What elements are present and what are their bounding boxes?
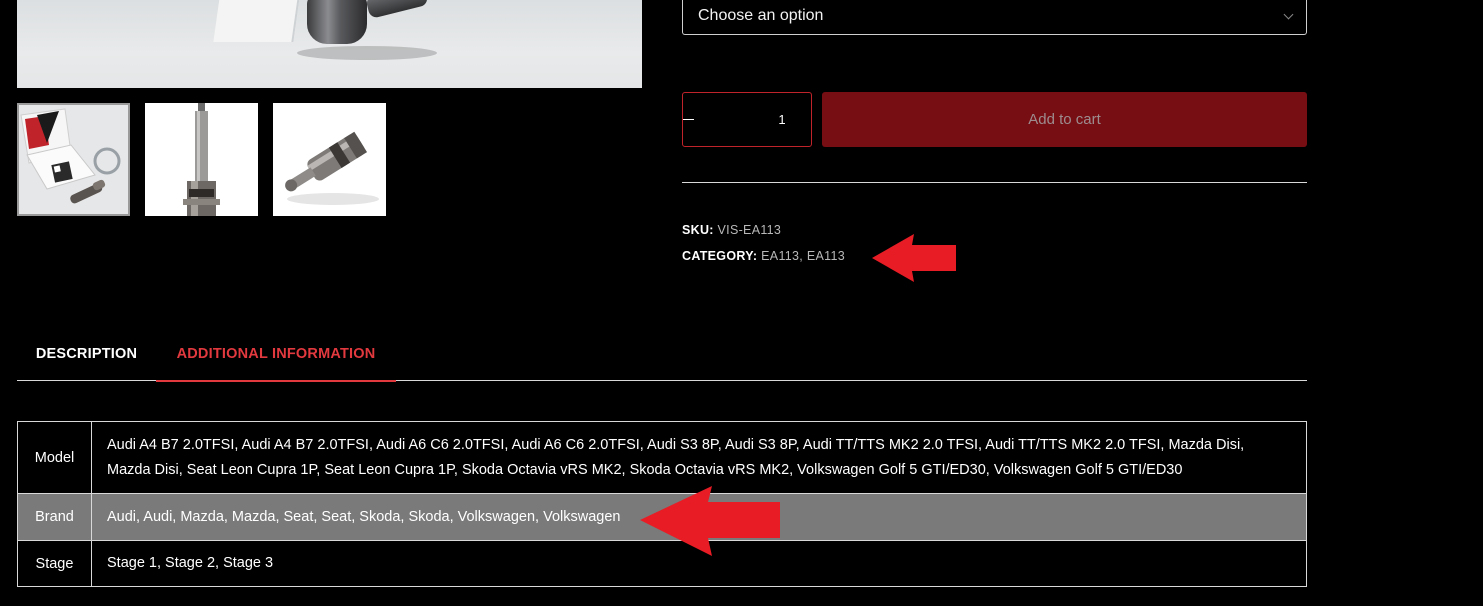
tab-additional-information[interactable]: ADDITIONAL INFORMATION — [156, 327, 396, 382]
sku-label: SKU: — [682, 223, 714, 237]
product-tabs: DESCRIPTION ADDITIONAL INFORMATION — [17, 327, 1307, 382]
category-link[interactable]: EA113 — [807, 249, 845, 263]
injector-tip-graphic — [365, 0, 429, 19]
sku-row: SKU: VIS-EA113 — [682, 223, 781, 237]
quantity-decrease-button[interactable] — [683, 93, 694, 146]
category-separator: , — [799, 249, 804, 263]
attribute-value: Audi A4 B7 2.0TFSI, Audi A4 B7 2.0TFSI, … — [91, 421, 1307, 494]
chevron-down-icon — [1283, 9, 1294, 20]
variation-select[interactable]: Choose an option — [682, 0, 1307, 35]
attribute-name: Stage — [17, 540, 92, 587]
thumbnail-image-box-kit — [19, 105, 128, 214]
product-thumbnail-3[interactable] — [273, 103, 386, 216]
add-to-cart-button[interactable]: Add to cart — [822, 92, 1307, 147]
quantity-stepper — [682, 92, 881, 147]
attribute-name: Model — [17, 421, 92, 494]
thumbnail-image-injector-side — [273, 103, 386, 216]
table-row: Model Audi A4 B7 2.0TFSI, Audi A4 B7 2.0… — [17, 421, 1307, 494]
sku-value: VIS-EA113 — [717, 223, 782, 237]
red-arrow-icon — [640, 486, 780, 556]
product-thumbnail-2[interactable] — [145, 103, 258, 216]
red-arrow-icon — [872, 234, 956, 282]
product-thumbnail-1[interactable] — [17, 103, 130, 216]
divider — [682, 182, 1307, 183]
minus-icon — [683, 118, 694, 121]
thumbnail-image-injector-upright — [145, 103, 258, 216]
tab-description[interactable]: DESCRIPTION — [17, 327, 156, 381]
product-box-graphic — [213, 0, 301, 42]
product-shadow-graphic — [297, 46, 437, 60]
injector-body-graphic — [307, 0, 367, 44]
variation-select-value: Choose an option — [698, 7, 824, 24]
category-link[interactable]: EA113 — [761, 249, 799, 263]
attribute-name: Brand — [17, 493, 92, 541]
category-row: CATEGORY: EA113, EA113 — [682, 249, 845, 263]
category-label: CATEGORY: — [682, 249, 758, 263]
product-main-image[interactable] — [17, 0, 642, 88]
